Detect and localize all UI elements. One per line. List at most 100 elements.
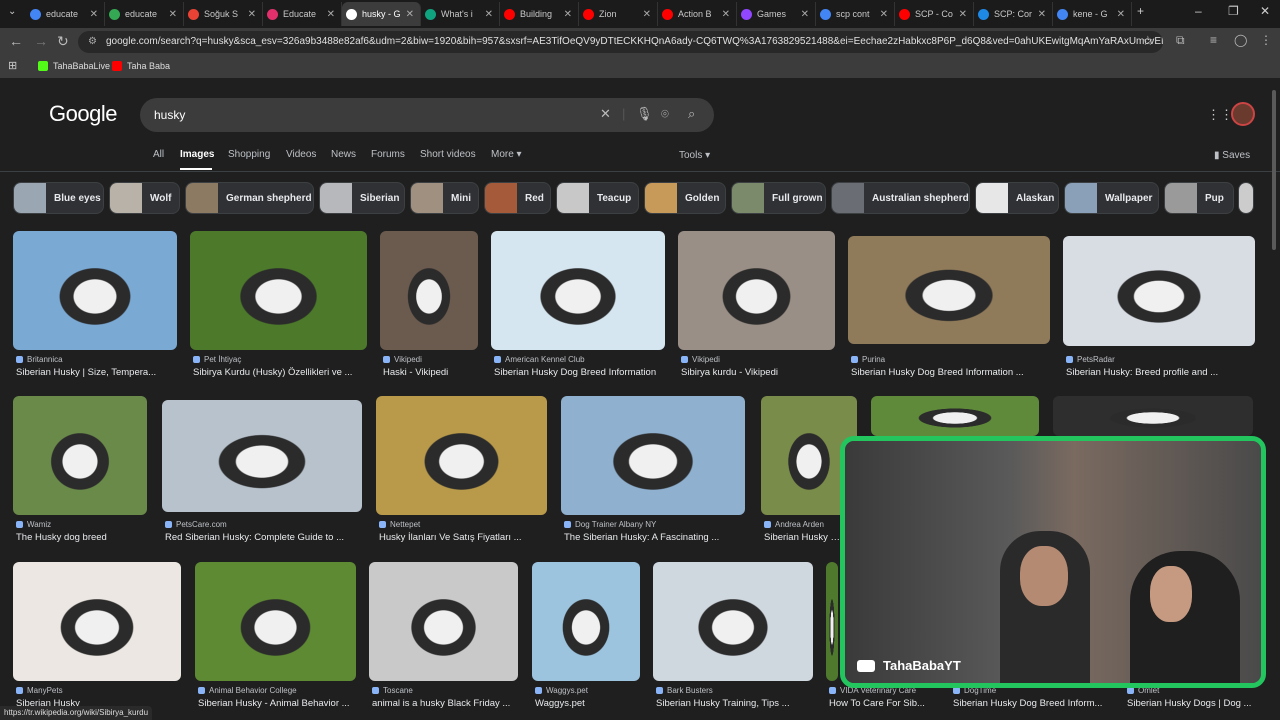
browser-tab[interactable]: Educate ✕ xyxy=(263,2,342,26)
result-title[interactable]: Siberian Husky - Animal Behavior ... xyxy=(198,698,350,709)
result-title[interactable]: Siberian Husky: Breed profile and ... xyxy=(1066,367,1218,378)
result-source[interactable]: Vikipedi xyxy=(681,355,720,364)
result-source[interactable]: Nettepet xyxy=(379,520,420,529)
husky-thumbnail[interactable] xyxy=(162,400,362,512)
search-input[interactable]: husky xyxy=(154,108,185,122)
result-source[interactable]: Britannica xyxy=(16,355,63,364)
chip-golden[interactable]: Golden xyxy=(644,182,726,214)
browser-tab[interactable]: Action B ✕ xyxy=(658,2,737,26)
husky-thumbnail[interactable] xyxy=(678,231,835,350)
extensions-icon[interactable]: ⧉ xyxy=(1176,33,1185,48)
chip-wolf[interactable]: Wolf xyxy=(109,182,180,214)
result-title[interactable]: Sibirya Kurdu (Husky) Özellikleri ve ... xyxy=(193,367,352,378)
tab-images[interactable]: Images xyxy=(180,149,214,160)
tools-button[interactable]: Tools ▾ xyxy=(679,150,710,161)
result-title[interactable]: Siberian Husky Dog Breed Information xyxy=(494,367,656,378)
browser-tab[interactable]: Games ✕ xyxy=(737,2,816,26)
site-info-icon[interactable]: ⚙ xyxy=(88,31,97,53)
husky-thumbnail[interactable] xyxy=(1063,236,1255,346)
forward-icon[interactable]: → xyxy=(34,33,48,49)
result-title[interactable]: Red Siberian Husky: Complete Guide to ..… xyxy=(165,532,344,543)
tab-more[interactable]: More ▾ xyxy=(491,149,522,160)
tab-close-icon[interactable]: ✕ xyxy=(406,9,414,20)
chip-australian-shepherd[interactable]: Australian shepherd xyxy=(831,182,970,214)
bookmark-taha-baba[interactable]: Taha Baba xyxy=(112,61,170,71)
saves-button[interactable]: ▮ Saves xyxy=(1214,150,1250,161)
avatar[interactable] xyxy=(1231,102,1255,126)
media-icon[interactable]: ≡ xyxy=(1210,33,1217,47)
husky-thumbnail[interactable] xyxy=(13,562,181,681)
url-field[interactable]: ⚙ google.com/search?q=husky&sca_esv=326a… xyxy=(78,31,1163,53)
tab-close-icon[interactable]: ✕ xyxy=(880,9,888,20)
result-source[interactable]: Purina xyxy=(851,355,885,364)
chip-siberian[interactable]: Siberian xyxy=(319,182,405,214)
google-logo[interactable]: Google xyxy=(49,101,117,127)
result-title[interactable]: Siberian Husky Dog Breed Inform... xyxy=(953,698,1102,709)
tab-close-icon[interactable]: ✕ xyxy=(564,9,572,20)
husky-thumbnail[interactable] xyxy=(380,231,478,350)
browser-tab[interactable]: SCP: Cor ✕ xyxy=(974,2,1053,26)
bookmark-star-icon[interactable]: ☆ xyxy=(1142,33,1154,49)
result-title[interactable]: Siberian Husky | Size, Tempera... xyxy=(16,367,156,378)
new-tab-button[interactable]: + xyxy=(1137,4,1144,18)
browser-tab[interactable]: Building ✕ xyxy=(500,2,579,26)
husky-thumbnail[interactable] xyxy=(376,396,547,515)
husky-thumbnail[interactable] xyxy=(13,396,147,515)
tab-close-icon[interactable]: ✕ xyxy=(327,9,335,20)
chip-overflow[interactable] xyxy=(1238,182,1254,214)
result-title[interactable]: Siberian Husky Do... xyxy=(764,532,844,543)
tab-close-icon[interactable]: ✕ xyxy=(169,9,177,20)
tab-all[interactable]: All xyxy=(153,149,164,160)
result-title[interactable]: How To Care For Sib... xyxy=(829,698,925,709)
chip-full-grown[interactable]: Full grown xyxy=(731,182,826,214)
result-source[interactable]: American Kennel Club xyxy=(494,355,585,364)
husky-thumbnail[interactable] xyxy=(532,562,640,681)
close-window-icon[interactable]: ✕ xyxy=(1260,4,1270,18)
result-source[interactable]: Vikipedi xyxy=(383,355,422,364)
husky-thumbnail[interactable] xyxy=(491,231,665,350)
clear-icon[interactable]: ✕ xyxy=(600,106,611,122)
result-source[interactable]: PetsCare.com xyxy=(165,520,227,529)
tab-close-icon[interactable]: ✕ xyxy=(90,9,98,20)
chip-mini[interactable]: Mini xyxy=(410,182,479,214)
minimize-icon[interactable]: – xyxy=(1195,4,1202,18)
browser-tab[interactable]: husky - G ✕ xyxy=(342,2,421,26)
maximize-icon[interactable]: ❐ xyxy=(1228,4,1239,18)
search-box[interactable]: husky ✕ | 🎙 ⌾ ⌕ xyxy=(140,98,714,132)
tab-close-icon[interactable]: ✕ xyxy=(1117,9,1125,20)
result-source[interactable]: Waggys.pet xyxy=(535,686,588,695)
chip-red[interactable]: Red xyxy=(484,182,551,214)
tab-close-icon[interactable]: ✕ xyxy=(1038,9,1046,20)
result-title[interactable]: Sibirya kurdu - Vikipedi xyxy=(681,367,778,378)
chip-wallpaper[interactable]: Wallpaper xyxy=(1064,182,1159,214)
chip-blue-eyes[interactable]: Blue eyes xyxy=(13,182,104,214)
browser-menu-icon[interactable]: ⋮ xyxy=(1260,33,1272,47)
result-title[interactable]: Siberian Husky Training, Tips ... xyxy=(656,698,790,709)
scrollbar[interactable] xyxy=(1272,90,1276,250)
browser-tab[interactable]: What's i ✕ xyxy=(421,2,500,26)
profile-icon[interactable]: ◯ xyxy=(1234,33,1247,47)
tab-shopping[interactable]: Shopping xyxy=(228,149,270,160)
browser-tab[interactable]: SCP - Co ✕ xyxy=(895,2,974,26)
browser-tab[interactable]: Soğuk S ✕ xyxy=(184,2,263,26)
result-source[interactable]: Pet İhtiyaç xyxy=(193,355,241,364)
bookmark-tahababalive[interactable]: TahaBabaLive xyxy=(38,61,110,71)
tab-search-icon[interactable]: ⌄ xyxy=(8,6,16,17)
result-source[interactable]: Toscane xyxy=(372,686,413,695)
husky-thumbnail[interactable] xyxy=(1053,396,1253,436)
result-source[interactable]: ManyPets xyxy=(16,686,63,695)
husky-thumbnail[interactable] xyxy=(826,562,838,681)
tab-videos[interactable]: Videos xyxy=(286,149,316,160)
husky-thumbnail[interactable] xyxy=(13,231,177,350)
husky-thumbnail[interactable] xyxy=(190,231,367,350)
result-title[interactable]: The Siberian Husky: A Fascinating ... xyxy=(564,532,719,543)
tab-close-icon[interactable]: ✕ xyxy=(248,9,256,20)
husky-thumbnail[interactable] xyxy=(369,562,518,681)
husky-thumbnail[interactable] xyxy=(848,236,1050,344)
microphone-icon[interactable]: 🎙 xyxy=(636,106,653,122)
result-source[interactable]: Wamiz xyxy=(16,520,51,529)
tab-close-icon[interactable]: ✕ xyxy=(485,9,493,20)
result-source[interactable]: PetsRadar xyxy=(1066,355,1115,364)
browser-tab[interactable]: kene - G ✕ xyxy=(1053,2,1132,26)
tab-short-videos[interactable]: Short videos xyxy=(420,149,476,160)
